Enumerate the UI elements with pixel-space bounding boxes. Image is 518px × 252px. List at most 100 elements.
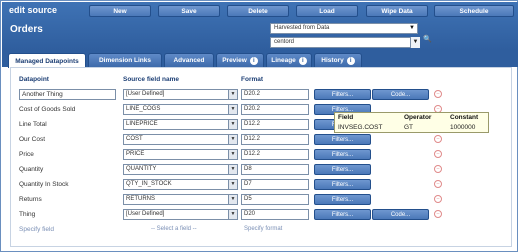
app-title: edit source [9,5,58,15]
format-input[interactable]: D8 [241,164,309,175]
source-name-input[interactable]: centord [270,37,420,48]
code-button[interactable]: Code... [372,89,429,100]
table-row: Another Thing [User Defined] ▼ D20.2 Filt… [1,89,518,101]
source-field-select[interactable]: [User Defined] ▼ [123,209,238,220]
chevron-down-icon: ▼ [228,180,237,189]
search-icon[interactable]: 🔍 [423,35,432,43]
source-field-select[interactable]: [User Defined] ▼ [123,89,238,100]
column-header-datapoint: Datapoint [19,76,49,83]
column-header-format: Format [241,76,264,83]
filters-button[interactable]: Filters... [314,179,371,190]
info-icon: i [298,56,307,65]
tooltip-constant-value: 1000000 [450,124,476,131]
datapoint-name: Line Total [19,121,47,128]
format-input[interactable]: D12.2 [241,149,309,160]
tab-label: Lineage [271,57,296,64]
schedule-button[interactable]: Schedule [434,5,514,17]
source-field-select[interactable]: QTY_IN_STOCK ▼ [123,179,238,190]
select-field-placeholder[interactable]: -- Select a field -- [151,226,197,232]
source-type-select[interactable]: Harvested from Data ▼ [270,23,418,34]
tooltip-field-value: INVSEG.COST [338,124,383,131]
source-field-select[interactable]: LINEPRICE ▼ [123,119,238,130]
chevron-down-icon: ▼ [228,135,237,144]
tab-label: Managed Datapoints [15,57,79,65]
table-row: Quantity In Stock QTY_IN_STOCK ▼ D7 Filte… [1,179,518,191]
delete-row-icon[interactable]: – [434,90,442,98]
window-frame: edit source New Save Delete Load Wipe Da… [0,0,518,252]
source-name-dropdown-icon[interactable]: ▼ [410,37,420,48]
datapoint-name-input[interactable]: Another Thing [19,89,116,100]
tab-preview[interactable]: Preview i [216,53,264,67]
filters-button[interactable]: Filters... [314,194,371,205]
format-input[interactable]: D7 [241,179,309,190]
source-field-value: QUANTITY [126,166,157,172]
delete-row-icon[interactable]: – [434,135,442,143]
format-input[interactable]: D20.2 [241,89,309,100]
save-button[interactable]: Save [158,5,220,17]
source-field-value: [User Defined] [126,91,165,97]
tab-history[interactable]: History i [314,53,362,67]
page-title: Orders [10,24,43,35]
source-field-select[interactable]: RETURNS ▼ [123,194,238,205]
chevron-down-icon: ▼ [228,105,237,114]
tab-label: Advanced [173,57,205,64]
datapoint-name: Price [19,151,34,158]
source-field-value: [User Defined] [126,211,165,217]
datapoint-name: Returns [19,196,42,203]
info-icon: i [346,56,355,65]
tooltip-header-constant: Constant [450,114,479,121]
tab-lineage[interactable]: Lineage i [266,53,312,67]
delete-row-icon[interactable]: – [434,210,442,218]
chevron-down-icon: ▼ [228,150,237,159]
chevron-down-icon: ▼ [409,25,415,31]
filters-button[interactable]: Filters... [314,149,371,160]
header-bar: edit source New Save Delete Load Wipe Da… [2,2,518,50]
tab-advanced[interactable]: Advanced [164,53,214,67]
filters-button[interactable]: Filters... [314,134,371,145]
tab-bar: Managed Datapoints Dimension Links Advan… [2,50,518,68]
chevron-down-icon: ▼ [228,210,237,219]
specify-field-placeholder[interactable]: Specify field [19,226,54,233]
format-input[interactable]: D5 [241,194,309,205]
code-button[interactable]: Code... [372,209,429,220]
table-row: Returns RETURNS ▼ D5 Filters... – [1,194,518,206]
source-field-select[interactable]: QUANTITY ▼ [123,164,238,175]
format-input[interactable]: D12.2 [241,134,309,145]
format-input[interactable]: D20.2 [241,104,309,115]
datapoint-name: Thing [19,211,36,218]
format-input[interactable]: D20 [241,209,309,220]
new-button[interactable]: New [89,5,151,17]
datapoint-name: Our Cost [19,136,46,143]
delete-row-icon[interactable]: – [434,195,442,203]
format-input[interactable]: D12.2 [241,119,309,130]
info-icon: i [249,56,258,65]
source-field-select[interactable]: LINE_COGS ▼ [123,104,238,115]
new-row: Specify field -- Select a field -- Speci… [1,224,518,236]
table-row: Quantity QUANTITY ▼ D8 Filters... – [1,164,518,176]
chevron-down-icon: ▼ [228,120,237,129]
filters-button[interactable]: Filters... [314,164,371,175]
tab-dimension-links[interactable]: Dimension Links [88,53,162,67]
delete-row-icon[interactable]: – [434,165,442,173]
table-row: Our Cost COST ▼ D12.2 Filters... – [1,134,518,146]
source-field-select[interactable]: PRICE ▼ [123,149,238,160]
load-button[interactable]: Load [296,5,358,17]
source-field-value: RETURNS [126,196,156,202]
source-field-select[interactable]: COST ▼ [123,134,238,145]
chevron-down-icon: ▼ [228,90,237,99]
tab-label: Preview [222,57,247,64]
tab-label: History [321,57,344,64]
wipe-data-button[interactable]: Wipe Data [366,5,428,17]
filters-button[interactable]: Filters... [314,209,371,220]
datapoint-name: Cost of Goods Sold [19,106,76,113]
delete-row-icon[interactable]: – [434,150,442,158]
chevron-down-icon: ▼ [228,195,237,204]
filters-button[interactable]: Filters... [314,89,371,100]
tab-managed-datapoints[interactable]: Managed Datapoints [8,53,86,68]
tab-label: Dimension Links [98,57,151,64]
source-name-value: centord [274,39,295,45]
delete-button[interactable]: Delete [227,5,289,17]
specify-format-placeholder[interactable]: Specify format [244,226,282,232]
delete-row-icon[interactable]: – [434,180,442,188]
source-field-value: COST [126,136,143,142]
